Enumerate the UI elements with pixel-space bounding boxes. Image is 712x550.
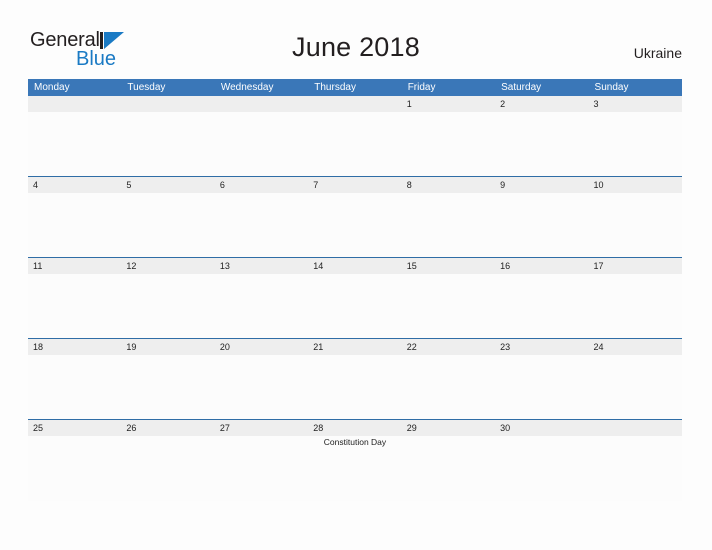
day-number[interactable] [589,420,682,436]
day-event: Constitution Day [323,437,387,447]
day-cell[interactable] [589,436,682,499]
weekday-tuesday: Tuesday [127,82,166,93]
day-number[interactable]: 22 [402,339,495,355]
page-header: General Blue June 2018 Ukraine [0,0,712,78]
day-number[interactable]: 18 [28,339,121,355]
calendar-week-row: 18 19 20 21 22 23 24 [28,339,682,420]
day-number[interactable]: 19 [121,339,214,355]
day-cell[interactable] [402,436,495,499]
week-body-band [28,355,682,418]
day-number[interactable]: 25 [28,420,121,436]
calendar-week-row: 11 12 13 14 15 16 17 [28,258,682,339]
day-number[interactable]: 24 [589,339,682,355]
day-number[interactable]: 13 [215,258,308,274]
calendar-week-row: 4 5 6 7 8 9 10 [28,177,682,258]
week-date-band: 1 2 3 [28,96,682,112]
day-cell[interactable] [121,436,214,499]
week-date-band: 18 19 20 21 22 23 24 [28,339,682,355]
calendar-table: Monday Tuesday Wednesday Thursday Friday… [28,79,682,501]
day-cell[interactable] [215,193,308,256]
day-cell[interactable] [28,355,121,418]
day-cell[interactable] [495,436,588,499]
week-body-band [28,193,682,256]
weekday-thursday: Thursday [314,82,356,93]
day-number[interactable]: 29 [402,420,495,436]
day-cell[interactable] [495,193,588,256]
day-cell[interactable] [28,112,121,175]
day-cell[interactable] [589,355,682,418]
day-number[interactable]: 10 [589,177,682,193]
day-number[interactable]: 6 [215,177,308,193]
day-number[interactable]: 2 [495,96,588,112]
calendar-week-row: 25 26 27 28 29 30 Constitution Day [28,420,682,501]
day-number[interactable] [121,96,214,112]
day-cell[interactable] [308,193,401,256]
day-cell[interactable] [215,274,308,337]
week-date-band: 11 12 13 14 15 16 17 [28,258,682,274]
day-cell[interactable] [121,355,214,418]
day-number[interactable]: 21 [308,339,401,355]
day-cell[interactable] [402,274,495,337]
day-number[interactable]: 17 [589,258,682,274]
calendar-week-row: 1 2 3 [28,96,682,177]
country-label: Ukraine [633,45,682,61]
day-number[interactable]: 9 [495,177,588,193]
day-number[interactable]: 3 [589,96,682,112]
day-number[interactable]: 27 [215,420,308,436]
day-cell[interactable] [121,112,214,175]
day-cell[interactable] [402,193,495,256]
week-date-band: 4 5 6 7 8 9 10 [28,177,682,193]
day-number[interactable]: 23 [495,339,588,355]
day-cell[interactable] [495,274,588,337]
day-cell[interactable] [402,355,495,418]
day-cell[interactable] [589,193,682,256]
day-cell[interactable] [121,274,214,337]
day-number[interactable]: 15 [402,258,495,274]
page-title: June 2018 [292,32,420,62]
day-cell[interactable] [215,355,308,418]
day-cell[interactable] [495,112,588,175]
day-cell[interactable] [28,274,121,337]
week-body-band [28,274,682,337]
day-number[interactable]: 12 [121,258,214,274]
weekday-monday: Monday [34,82,70,93]
day-number[interactable]: 4 [28,177,121,193]
week-date-band: 25 26 27 28 29 30 [28,420,682,436]
day-cell[interactable] [308,274,401,337]
day-number[interactable] [308,96,401,112]
day-cell[interactable] [589,274,682,337]
day-cell[interactable]: Constitution Day [308,436,401,499]
day-number[interactable]: 5 [121,177,214,193]
week-body-band: Constitution Day [28,436,682,499]
calendar-weekday-header: Monday Tuesday Wednesday Thursday Friday… [28,79,682,96]
day-cell[interactable] [121,193,214,256]
day-number[interactable]: 14 [308,258,401,274]
day-number[interactable] [215,96,308,112]
weekday-sunday: Sunday [594,82,629,93]
weekday-wednesday: Wednesday [220,82,274,93]
day-number[interactable]: 1 [402,96,495,112]
week-body-band [28,112,682,175]
day-number[interactable]: 30 [495,420,588,436]
day-cell[interactable] [28,436,121,499]
day-number[interactable]: 28 [308,420,401,436]
day-cell[interactable] [28,193,121,256]
day-number[interactable]: 11 [28,258,121,274]
day-cell[interactable] [589,112,682,175]
day-cell[interactable] [215,436,308,499]
day-number[interactable]: 8 [402,177,495,193]
weekday-friday: Friday [407,82,436,93]
day-number[interactable]: 20 [215,339,308,355]
day-cell[interactable] [402,112,495,175]
day-number[interactable]: 7 [308,177,401,193]
day-number[interactable]: 26 [121,420,214,436]
weekday-saturday: Saturday [501,82,542,93]
day-cell[interactable] [308,355,401,418]
day-cell[interactable] [308,112,401,175]
day-cell[interactable] [495,355,588,418]
day-number[interactable] [28,96,121,112]
day-number[interactable]: 16 [495,258,588,274]
day-cell[interactable] [215,112,308,175]
